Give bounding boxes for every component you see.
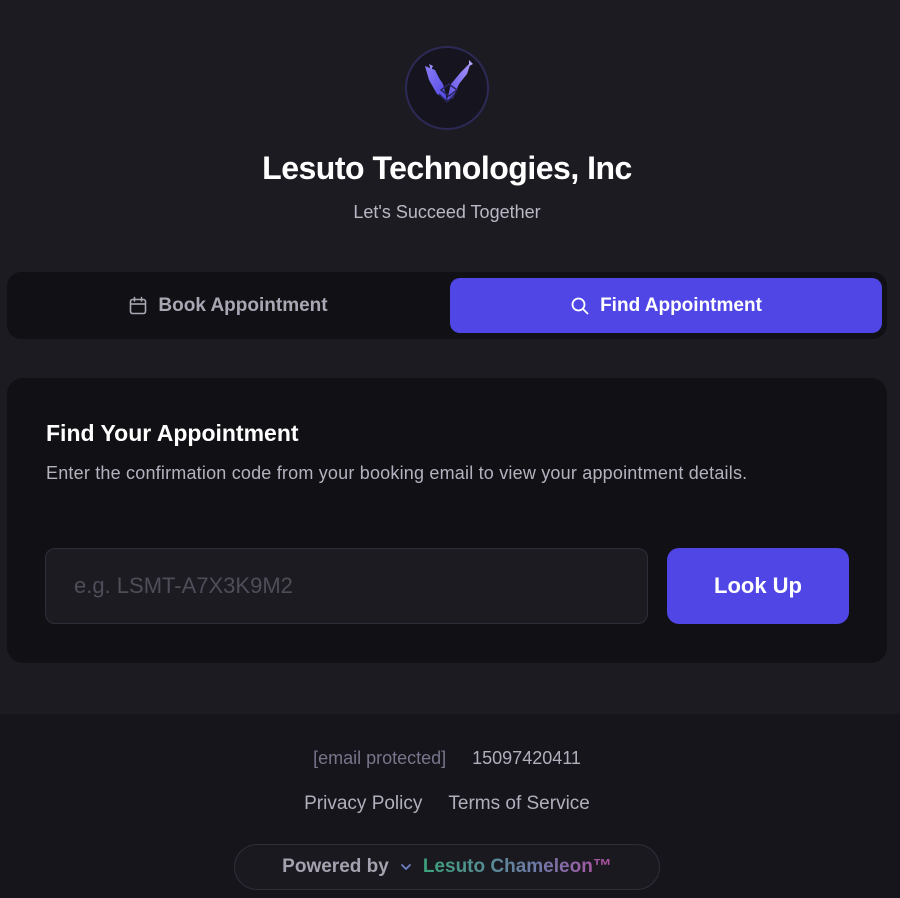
chevron-down-icon [400,864,411,870]
powered-by-badge[interactable]: Powered by Lesuto Chameleon™ [234,844,660,890]
tab-bar: Book Appointment Find Appointment [7,272,887,339]
tab-book-label: Book Appointment [158,294,328,316]
winged-check-logo-icon [425,60,473,104]
confirmation-code-input[interactable] [45,548,648,624]
card-title: Find Your Appointment [46,420,299,446]
terms-of-service-link[interactable]: Terms of Service [448,793,589,814]
tab-find-label: Find Appointment [600,294,762,316]
powered-by-label: Powered by [282,856,389,877]
brand-tagline: Let's Succeed Together [353,202,541,222]
contact-row: [email protected] 15097420411 [0,748,894,769]
brand-title: Lesuto Technologies, Inc [262,150,632,186]
legal-links: Privacy Policy Terms of Service [0,793,894,815]
powered-by-name: Lesuto Chameleon™ [422,856,612,877]
look-up-button[interactable]: Look Up [667,548,849,624]
main-area: Lesuto Technologies, Inc Let's Succeed T… [0,0,900,714]
contact-phone-link[interactable]: 15097420411 [472,748,581,768]
search-icon [571,297,589,314]
card-description: Enter the confirmation code from your bo… [46,463,748,483]
tab-book-appointment[interactable]: Book Appointment [13,278,443,333]
find-appointment-card: Find Your Appointment Enter the confirma… [7,378,887,663]
brand-logo [405,46,489,130]
contact-email-link[interactable]: [email protected] [313,748,446,768]
footer: [email protected] 15097420411 Privacy Pol… [0,714,900,898]
tab-find-appointment[interactable]: Find Appointment [450,278,882,333]
calendar-icon [130,296,147,314]
privacy-policy-link[interactable]: Privacy Policy [304,793,422,814]
